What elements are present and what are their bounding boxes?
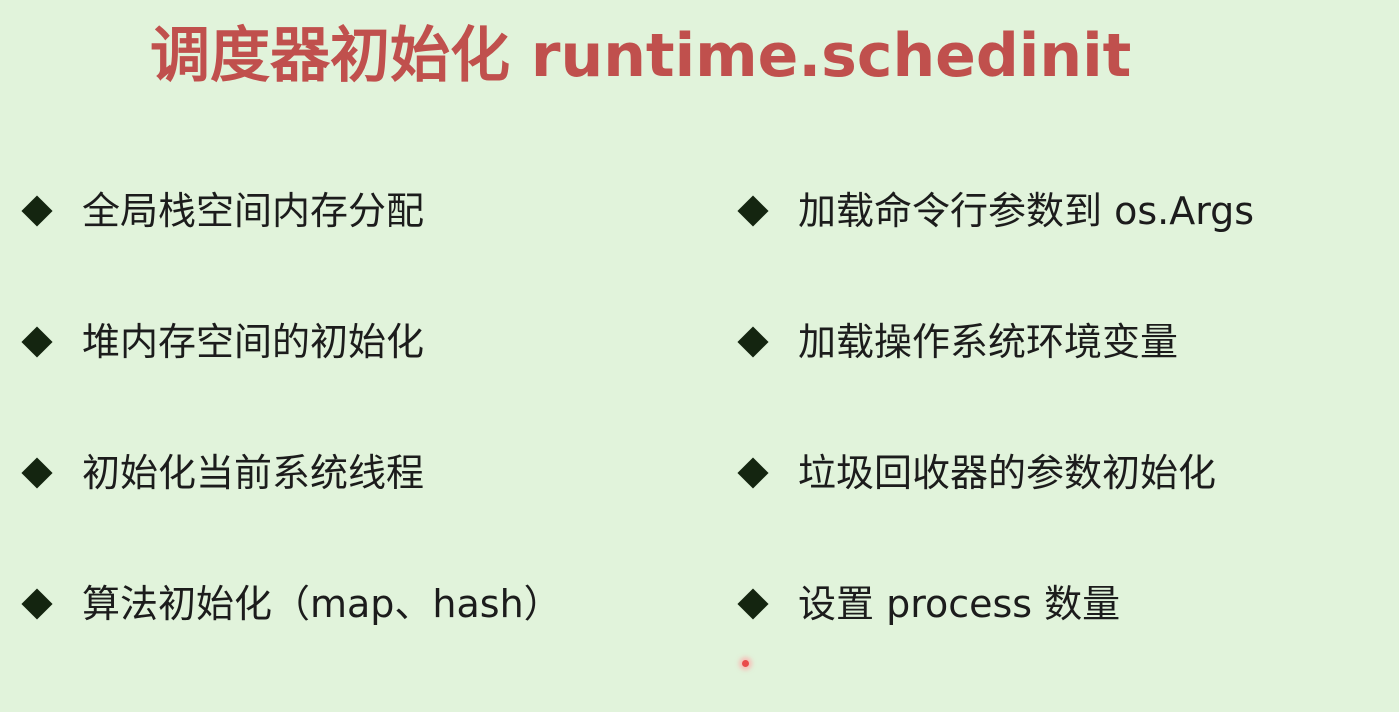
slide: 调度器初始化 runtime.schedinit 全局栈空间内存分配 堆内存空间…: [0, 0, 1399, 712]
bullet-item-right-2: 加载操作系统环境变量: [736, 312, 1178, 372]
bullet-item-right-1: 加载命令行参数到 os.Args: [736, 181, 1254, 241]
bullet-text: 全局栈空间内存分配: [82, 189, 425, 233]
bullet-text: 堆内存空间的初始化: [82, 320, 425, 364]
diamond-bullet-icon: [21, 326, 53, 358]
diamond-bullet-icon: [21, 588, 53, 620]
bullet-text: 初始化当前系统线程: [82, 451, 425, 495]
bullet-item-right-3: 垃圾回收器的参数初始化: [736, 443, 1216, 503]
bullet-text: 加载操作系统环境变量: [798, 320, 1179, 364]
diamond-bullet-icon: [737, 326, 769, 358]
diamond-bullet-icon: [21, 195, 53, 227]
bullet-text: 垃圾回收器的参数初始化: [798, 451, 1217, 495]
bullet-item-left-4: 算法初始化（map、hash）: [20, 574, 562, 634]
laser-pointer-icon: [742, 660, 749, 667]
bullet-text: 算法初始化（map、hash）: [82, 582, 562, 626]
diamond-bullet-icon: [21, 457, 53, 489]
slide-title: 调度器初始化 runtime.schedinit: [150, 21, 1132, 91]
bullet-text: 设置 process 数量: [798, 582, 1121, 626]
bullet-text: 加载命令行参数到 os.Args: [798, 189, 1255, 233]
diamond-bullet-icon: [737, 195, 769, 227]
bullet-item-left-2: 堆内存空间的初始化: [20, 312, 424, 372]
bullet-item-left-1: 全局栈空间内存分配: [20, 181, 424, 241]
diamond-bullet-icon: [737, 588, 769, 620]
diamond-bullet-icon: [737, 457, 769, 489]
bullet-item-right-4: 设置 process 数量: [736, 574, 1120, 634]
bullet-item-left-3: 初始化当前系统线程: [20, 443, 424, 503]
